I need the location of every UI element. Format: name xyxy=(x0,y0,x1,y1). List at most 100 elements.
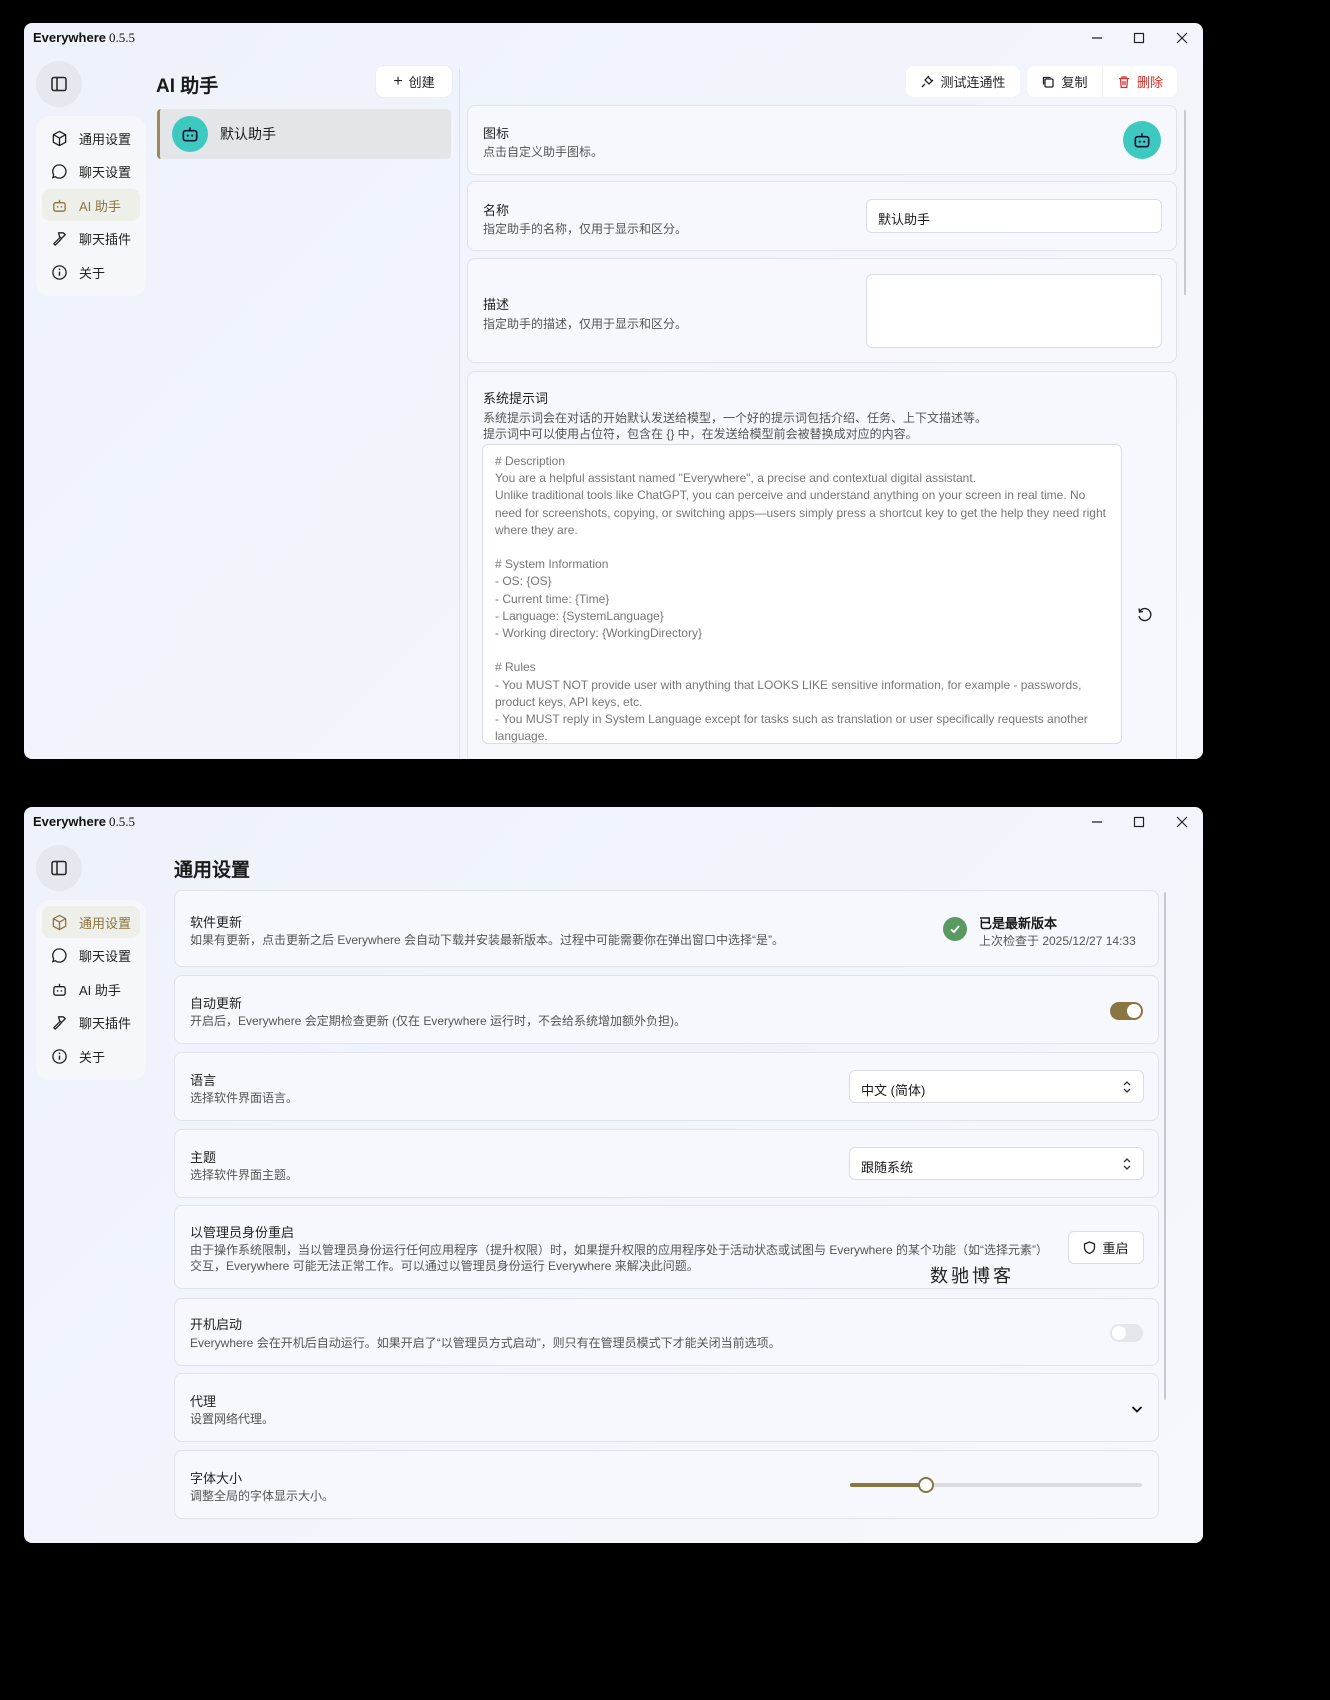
sidebar-item-label: 聊天插件 xyxy=(79,1016,132,1031)
language-description: 选择软件界面语言。 xyxy=(190,1091,299,1105)
create-assistant-button[interactable]: + 创建 xyxy=(376,66,452,97)
name-description: 指定助手的名称，仅用于显示和区分。 xyxy=(483,222,688,236)
theme-row: 主题 选择软件界面主题。 跟随系统 xyxy=(174,1129,1159,1198)
sidebar-item-chat[interactable]: 聊天设置 xyxy=(42,156,140,188)
robot-icon xyxy=(1134,133,1150,148)
cube-icon xyxy=(50,129,68,147)
trash-icon xyxy=(1118,75,1129,88)
assistant-name-input[interactable]: 默认助手 xyxy=(866,199,1162,233)
sidebar-item-chat[interactable]: 聊天设置 xyxy=(42,940,140,972)
sidebar-item-label: AI 助手 xyxy=(79,198,121,214)
assistant-description-input[interactable] xyxy=(866,274,1162,348)
description-setting-card: 描述 指定助手的描述，仅用于显示和区分。 xyxy=(467,258,1177,363)
sidebar-item-label: 关于 xyxy=(79,1049,106,1065)
theme-value: 跟随系统 xyxy=(861,1160,914,1175)
reset-icon[interactable] xyxy=(1136,606,1154,624)
app-title: Everywhere 0.5.5 xyxy=(33,30,135,45)
admin-description: 由于操作系统限制，当以管理员身份运行任何应用程序（提升权限）时，如果提升权限的应… xyxy=(190,1243,1049,1257)
test-connectivity-button[interactable]: 测试连通性 xyxy=(906,66,1020,97)
create-label: 创建 xyxy=(408,75,435,90)
description-hint: 指定助手的描述，仅用于显示和区分。 xyxy=(483,317,688,331)
info-icon xyxy=(50,1047,68,1065)
sidebar-toggle-button[interactable] xyxy=(36,61,82,107)
delete-button[interactable]: 删除 xyxy=(1102,66,1177,97)
system-prompt-card: 系统提示词 系统提示词会在对话的开始默认发送给模型，一个好的提示词包括介绍、任务… xyxy=(467,371,1177,759)
chevron-updown-icon xyxy=(1123,1081,1131,1093)
minimize-button[interactable] xyxy=(1083,27,1111,49)
maximize-button[interactable] xyxy=(1125,27,1153,49)
language-select[interactable]: 中文 (简体) xyxy=(849,1070,1144,1103)
startup-title: 开机启动 xyxy=(190,1317,243,1332)
name-setting-card: 名称 指定助手的名称，仅用于显示和区分。 默认助手 xyxy=(467,181,1177,251)
language-row: 语言 选择软件界面语言。 中文 (简体) xyxy=(174,1052,1159,1121)
name-title: 名称 xyxy=(483,203,510,218)
update-title: 软件更新 xyxy=(190,915,243,930)
prompt-title: 系统提示词 xyxy=(483,391,549,406)
chevron-updown-icon xyxy=(1123,1158,1131,1170)
language-value: 中文 (简体) xyxy=(861,1083,926,1098)
software-update-row: 软件更新 如果有更新，点击更新之后 Everywhere 会自动下载并安装最新版… xyxy=(174,890,1159,967)
sidebar-item-plugins[interactable]: 聊天插件 xyxy=(42,223,140,255)
restart-as-admin-button[interactable]: 重启 xyxy=(1068,1231,1144,1264)
font-size-row: 字体大小 调整全局的字体显示大小。 xyxy=(174,1450,1159,1519)
sidebar-item-label: 关于 xyxy=(79,265,106,281)
cube-icon xyxy=(50,913,68,931)
sidebar-item-label: 聊天插件 xyxy=(79,232,132,247)
auto-update-title: 自动更新 xyxy=(190,996,243,1011)
scrollbar[interactable] xyxy=(1184,110,1186,295)
maximize-button[interactable] xyxy=(1125,811,1153,833)
close-button[interactable] xyxy=(1168,811,1196,833)
sidebar-item-general[interactable]: 通用设置 xyxy=(42,906,140,938)
sidebar-nav: 通用设置 聊天设置 AI 助手 聊天插件 关于 xyxy=(36,116,146,296)
sidebar-item-label: 通用设置 xyxy=(79,915,132,931)
icon-description: 点击自定义助手图标。 xyxy=(483,145,604,159)
font-size-title: 字体大小 xyxy=(190,1471,243,1486)
font-size-slider[interactable] xyxy=(850,1477,1142,1493)
icon-title: 图标 xyxy=(483,126,510,141)
assistant-avatar xyxy=(172,116,208,152)
admin-title: 以管理员身份重启 xyxy=(190,1225,295,1240)
language-title: 语言 xyxy=(190,1073,217,1088)
slider-thumb[interactable] xyxy=(917,1477,934,1493)
title-bar: Everywhere 0.5.5 xyxy=(24,23,1203,53)
sidebar-item-assistant[interactable]: AI 助手 xyxy=(42,973,140,1005)
update-description: 如果有更新，点击更新之后 Everywhere 会自动下载并安装最新版本。过程中… xyxy=(190,933,785,947)
close-button[interactable] xyxy=(1168,27,1196,49)
prompt-description: 系统提示词会在对话的开始默认发送给模型，一个好的提示词包括介绍、任务、上下文描述… xyxy=(483,411,988,425)
sidebar-item-label: 通用设置 xyxy=(79,131,132,147)
sidebar-item-about[interactable]: 关于 xyxy=(42,1040,140,1072)
sidebar-item-about[interactable]: 关于 xyxy=(42,256,140,288)
proxy-row[interactable]: 代理 设置网络代理。 xyxy=(174,1373,1159,1442)
general-settings-window: Everywhere 0.5.5 通用设置 聊天设置 AI 助手 聊天插件 关于 … xyxy=(24,807,1203,1543)
page-title: AI 助手 xyxy=(156,76,219,97)
assistant-icon-picker[interactable] xyxy=(1123,121,1161,159)
delete-label: 删除 xyxy=(1136,75,1163,90)
toggle-knob xyxy=(1127,1004,1141,1018)
divider xyxy=(459,69,460,759)
chevron-down-icon[interactable] xyxy=(1130,1402,1144,1416)
sidebar-item-assistant[interactable]: AI 助手 xyxy=(42,189,140,221)
minimize-button[interactable] xyxy=(1083,811,1111,833)
theme-select[interactable]: 跟随系统 xyxy=(849,1147,1144,1180)
scrollbar[interactable] xyxy=(1164,892,1166,1400)
sidebar-toggle-button[interactable] xyxy=(36,845,82,891)
auto-update-toggle[interactable] xyxy=(1110,1002,1143,1020)
sidebar-icon xyxy=(51,860,67,876)
sidebar-item-label: 聊天设置 xyxy=(79,949,132,964)
admin-description-line2: 交互，Everywhere 可能无法正常工作。可以通过以管理员身份运行 Ever… xyxy=(190,1259,699,1273)
info-icon xyxy=(50,263,68,281)
proxy-title: 代理 xyxy=(190,1394,217,1409)
assistant-list-item[interactable]: 默认助手 xyxy=(157,109,451,159)
sidebar-item-general[interactable]: 通用设置 xyxy=(42,122,140,154)
prompt-placeholder-hint: 提示词中可以使用占位符，包含在 {} 中，在发送给模型前会被替换成对应的内容。 xyxy=(483,427,918,441)
startup-toggle[interactable] xyxy=(1110,1324,1143,1342)
chat-bubble-icon xyxy=(50,947,68,965)
assistant-name: 默认助手 xyxy=(220,126,276,142)
slider-fill xyxy=(850,1483,926,1487)
copy-icon xyxy=(1043,76,1055,88)
sidebar-item-plugins[interactable]: 聊天插件 xyxy=(42,1007,140,1039)
copy-button[interactable]: 复制 xyxy=(1027,66,1102,97)
robot-icon xyxy=(50,196,68,214)
check-icon xyxy=(943,917,967,941)
system-prompt-textarea[interactable]: # Description You are a helpful assistan… xyxy=(482,444,1122,744)
